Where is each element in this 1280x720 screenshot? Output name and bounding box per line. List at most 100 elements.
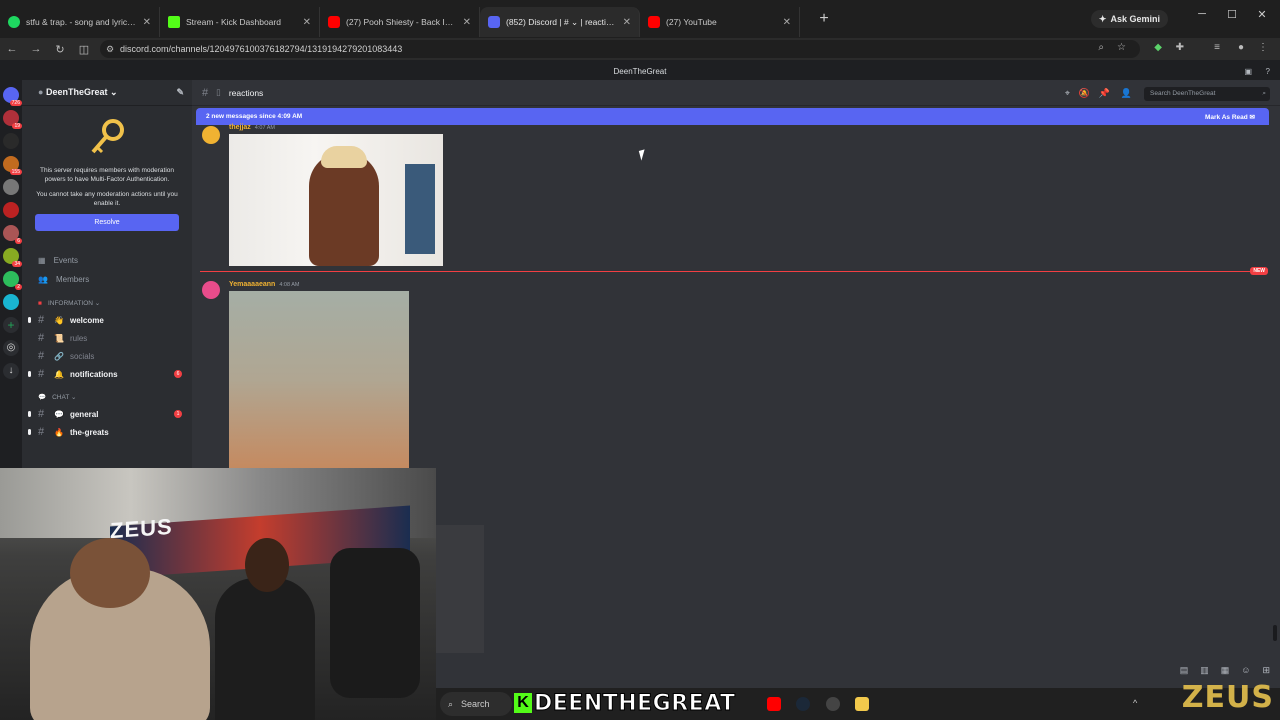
server-icon[interactable]: 19 [3,110,22,129]
server-icon[interactable]: 6 [3,225,22,244]
extension-icon[interactable]: ◆ [1154,42,1162,53]
server-icon[interactable]: 726 [3,87,22,106]
bookmark-star-icon[interactable]: ☆ [1117,42,1126,53]
server-title: DeenTheGreat [613,67,667,76]
close-window-icon[interactable]: ✕ [1252,8,1272,21]
avatar[interactable] [202,126,220,144]
server-icon[interactable] [3,179,19,195]
members-item[interactable]: 👥 Members [22,270,192,289]
pin-icon[interactable]: 📌 [1099,88,1110,99]
channel-the-greats[interactable]: # 🔥 the-greats [22,423,192,441]
category-chat[interactable]: 💬 CHAT ⌄ [22,389,192,405]
avatar[interactable] [202,281,220,299]
browser-tab-active[interactable]: (852) Discord | # ⌄ | reactions ✕ [480,7,640,37]
close-tab-icon[interactable]: ✕ [623,17,631,28]
zoom-icon[interactable]: ⌕ [1098,42,1104,53]
search-input[interactable]: Search DeenTheGreat ⌕ [1144,87,1270,101]
hash-icon: # [38,314,45,326]
category-information[interactable]: ■ INFORMATION ⌄ [22,295,192,311]
close-tab-icon[interactable]: ✕ [463,17,471,28]
spotify-icon [8,16,20,28]
extensions-puzzle-icon[interactable]: ✚ [1176,42,1184,53]
profile-icon[interactable]: ● [1238,42,1244,53]
resolve-button[interactable]: Resolve [35,214,179,231]
channel-general[interactable]: #👋💬general1 [22,405,192,423]
new-messages-divider [200,271,1268,272]
message-image[interactable] [229,134,443,266]
scrollbar-thumb[interactable] [1273,625,1277,641]
threads-icon[interactable]: ⌖ [1065,88,1070,99]
reload-icon[interactable]: ↻ [48,43,72,56]
discover-icon[interactable]: ◎ [3,340,19,356]
message-video[interactable] [229,291,409,469]
ask-gemini-button[interactable]: ✦ Ask Gemini [1090,10,1168,28]
server-icon[interactable] [3,133,19,149]
emoji-icon[interactable]: ☺ [1241,665,1250,676]
new-tab-button[interactable]: + [814,10,834,28]
help-icon[interactable]: ? [1266,64,1270,80]
close-tab-icon[interactable]: ✕ [143,17,151,28]
badge: 726 [9,100,22,106]
hash-icon: # [38,426,45,438]
server-icon[interactable] [3,294,19,310]
minimize-icon[interactable]: ─ [1192,8,1212,20]
taskbar-search[interactable]: ⌕ Search [440,692,512,716]
browser-tab[interactable]: stfu & trap. - song and lyrics by ✕ [0,7,160,37]
close-tab-icon[interactable]: ✕ [783,17,791,28]
events-item[interactable]: ▦ Events [22,251,192,270]
kick-icon [168,16,180,28]
channel-socials[interactable]: # 🔗 socials [22,347,192,365]
category-icon: ■ [38,299,42,307]
channel-rules[interactable]: # 📜 rules [22,329,192,347]
split-view-icon[interactable]: ◫ [72,43,96,56]
browser-tab[interactable]: (27) YouTube ✕ [640,7,800,37]
download-icon[interactable]: ↓ [3,363,19,379]
menu-icon[interactable]: ⋮ [1258,42,1268,53]
obs-icon[interactable] [826,697,840,711]
steam-icon[interactable] [796,697,810,711]
mute-icon[interactable]: 🔕 [1079,88,1090,99]
apps-icon[interactable]: ⊞ [1262,665,1270,676]
server-icon[interactable]: 155 [3,156,22,175]
tray-chevron-icon[interactable]: ^ [1133,698,1137,708]
chevron-down-icon: ⌄ [110,87,118,97]
ask-gemini-label: Ask Gemini [1110,14,1160,24]
url-text: discord.com/channels/1204976100376182794… [120,44,403,54]
member-list-icon[interactable]: 👤 [1121,88,1132,99]
forward-icon[interactable]: → [24,43,48,55]
channel-welcome[interactable]: # 👋 welcome [22,311,192,329]
browser-tab[interactable]: (27) Pooh Shiesty - Back In Blo ✕ [320,7,480,37]
server-icon[interactable] [3,202,19,218]
gif-icon[interactable]: ▥ [1200,665,1209,676]
close-tab-icon[interactable]: ✕ [303,17,311,28]
message-author[interactable]: thejjaz 4:07 AM [229,124,275,131]
url-field[interactable]: ⚙ discord.com/channels/12049761003761827… [100,40,1140,58]
media-icon[interactable]: ≡ [1214,42,1220,53]
sticker-icon[interactable]: ▦ [1221,665,1230,676]
add-server-icon[interactable]: + [3,317,19,333]
mark-as-read-button[interactable]: Mark As Read ✉ [1205,113,1255,121]
inbox-icon[interactable]: ▣ [1244,64,1252,80]
add-friend-icon[interactable]: ✎ [176,87,184,98]
message-author[interactable]: Yemaaaaeann 4:08 AM [229,281,300,288]
back-icon[interactable]: ← [0,43,24,55]
badge: 6 [15,238,22,244]
streamer-name: DEENTHEGREAT [534,690,736,716]
server-header[interactable]: ● DeenTheGreat ⌄ ✎ [22,80,192,106]
server-icon[interactable]: 34 [3,248,22,267]
unread-dot [28,411,31,417]
channel-notifications[interactable]: # 🔔 notifications 6 [22,365,192,383]
channel-name: notifications [69,369,118,379]
channel-emoji: 🔔 [54,369,64,379]
file-explorer-icon[interactable] [855,697,869,711]
new-messages-bar[interactable]: 2 new messages since 4:09 AM Mark As Rea… [196,108,1269,125]
site-info-icon[interactable]: ⚙ [106,44,114,55]
maximize-icon[interactable]: ☐ [1222,8,1242,21]
browser-tab[interactable]: Stream - Kick Dashboard ✕ [160,7,320,37]
image-placeholder [436,525,484,653]
server-icon[interactable]: 2 [3,271,22,290]
tab-title: Stream - Kick Dashboard [186,17,281,27]
youtube-taskbar-icon[interactable] [767,697,781,711]
image-person [309,152,379,266]
gift-icon[interactable]: ▤ [1180,665,1189,676]
